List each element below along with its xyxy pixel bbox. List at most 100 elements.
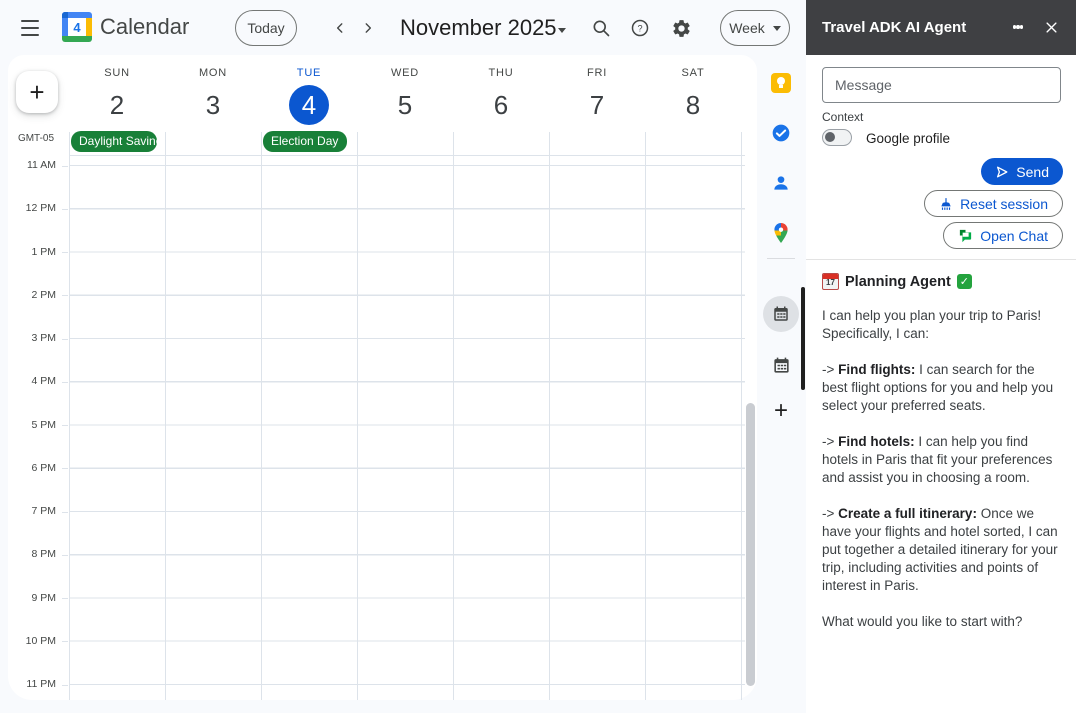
hour-label: 6 PM (31, 461, 56, 474)
chat-paragraph: What would you like to start with? (822, 614, 1023, 629)
hour-tick (62, 554, 68, 556)
calendar-scrollbar[interactable] (746, 403, 755, 686)
create-event-button[interactable]: + (16, 71, 58, 113)
contacts-icon[interactable] (770, 172, 792, 194)
agent-heading: 17 Planning Agent ✓ (822, 273, 1060, 290)
next-week-icon[interactable] (356, 16, 380, 40)
grid-vline (165, 132, 166, 700)
date-range-caret-icon (558, 28, 566, 33)
context-label: Context (822, 110, 864, 124)
sidebar-divider (767, 258, 795, 259)
day-header-wed[interactable]: WED 5 (357, 63, 453, 155)
side-apps-bar: + (757, 55, 806, 713)
today-button[interactable]: Today (235, 10, 297, 46)
hour-tick (62, 598, 68, 599)
chat-paragraph: -> Find flights: I can search for the be… (822, 362, 1054, 413)
google-profile-toggle[interactable] (822, 129, 852, 146)
chat-message: 17 Planning Agent ✓ I can help you plan … (806, 259, 1076, 651)
hour-tick (62, 338, 68, 340)
hour-label: 9 PM (31, 591, 56, 604)
google-profile-label: Google profile (866, 131, 951, 146)
panel-title: Travel ADK AI Agent (822, 19, 967, 36)
calendar-card: + SUN 2 MON 3 TUE 4 WED 5 THU 6 FRI 7 SAT 8 GMT… (8, 55, 757, 700)
hour-label: 7 PM (31, 505, 56, 517)
previous-week-icon[interactable] (328, 16, 352, 40)
panel-scrollbar[interactable] (801, 287, 805, 390)
app-title: Calendar (100, 14, 190, 39)
all-day-event-election-day[interactable]: Election Day (263, 131, 347, 152)
hour-label: 3 PM (31, 332, 56, 344)
all-day-event-daylight-saving[interactable]: Daylight Saving Time (71, 131, 157, 152)
reset-session-button[interactable]: Reset session (924, 190, 1063, 217)
panel-menu-icon[interactable] (1006, 15, 1030, 39)
hour-tick (62, 684, 68, 686)
hour-label: 4 PM (31, 375, 56, 388)
send-button[interactable]: Send (981, 158, 1063, 185)
close-icon[interactable] (1039, 15, 1063, 39)
hour-label: 12 PM (25, 202, 56, 215)
day-header-sat[interactable]: SAT 8 (645, 63, 741, 155)
day-header-mon[interactable]: MON 3 (165, 63, 261, 155)
top-header: 4 Calendar Today November 2025 ? Week (0, 0, 806, 55)
tasks-icon[interactable] (770, 122, 792, 144)
hour-label: 11 AM (27, 159, 56, 171)
check-mark-icon: ✓ (956, 274, 972, 289)
hour-tick (62, 511, 68, 513)
message-input[interactable] (822, 67, 1061, 103)
day-header-fri[interactable]: FRI 7 (549, 63, 645, 155)
all-day-separator (69, 155, 745, 156)
hour-tick (62, 252, 68, 253)
hour-tick (62, 381, 68, 383)
hour-label: 2 PM (31, 288, 56, 301)
search-icon[interactable] (589, 16, 613, 40)
hour-tick (62, 468, 68, 470)
grid-vline (741, 132, 742, 700)
travel-agent-panel: Travel ADK AI Agent Context Google profi… (806, 0, 1076, 713)
calendar-emoji-icon: 17 (822, 273, 839, 290)
hour-tick (62, 165, 68, 167)
calendar-logo-icon: 4 (62, 12, 92, 42)
chat-paragraph: -> Find hotels: I can help you find hote… (822, 434, 1053, 485)
grid-vline (645, 132, 646, 700)
hour-tick (62, 295, 68, 297)
week-day-headers: SUN 2 MON 3 TUE 4 WED 5 THU 6 FRI 7 SAT 8 (69, 63, 741, 155)
hour-label: 5 PM (31, 418, 56, 431)
hour-label: 11 PM (26, 678, 56, 690)
day-header-thu[interactable]: THU 6 (453, 63, 549, 155)
grid-vline (261, 132, 262, 700)
hour-tick (62, 641, 68, 643)
chat-body: I can help you plan your trip to Paris! … (822, 307, 1060, 631)
send-icon (997, 166, 1008, 177)
hour-tick (62, 208, 68, 210)
calendar-addon-icon[interactable] (770, 354, 792, 376)
broom-icon (941, 197, 951, 210)
week-time-grid[interactable] (69, 165, 745, 699)
panel-header: Travel ADK AI Agent (806, 0, 1076, 55)
settings-gear-icon[interactable] (669, 16, 693, 40)
grid-vline (453, 132, 454, 700)
chat-paragraph: -> Create a full itinerary: Once we have… (822, 506, 1058, 593)
view-caret-icon (772, 25, 781, 31)
grid-vline (69, 132, 70, 700)
main-menu-icon[interactable] (18, 16, 42, 40)
chat-paragraph: I can help you plan your trip to Paris! … (822, 308, 1042, 341)
timezone-label: GMT-05 (17, 133, 55, 144)
view-selector-week[interactable]: Week (720, 10, 790, 46)
keep-icon[interactable] (770, 72, 792, 94)
agent-name: Planning Agent (845, 273, 951, 290)
calendar-addon-active-icon[interactable] (763, 296, 799, 332)
grid-vline (357, 132, 358, 700)
svg-text:?: ? (637, 23, 642, 33)
hour-label: 10 PM (25, 634, 56, 647)
hour-label: 8 PM (31, 548, 56, 561)
get-addons-icon[interactable]: + (770, 397, 792, 424)
google-chat-icon (960, 229, 972, 243)
open-chat-button[interactable]: Open Chat (943, 222, 1063, 249)
grid-vline (549, 132, 550, 700)
help-icon[interactable]: ? (628, 16, 652, 40)
maps-icon[interactable] (770, 222, 792, 244)
app-root: 4 Calendar Today November 2025 ? Week + … (0, 0, 1076, 713)
hour-tick (62, 425, 68, 426)
current-date-range[interactable]: November 2025 (400, 15, 557, 41)
hour-label: 1 PM (31, 245, 56, 258)
